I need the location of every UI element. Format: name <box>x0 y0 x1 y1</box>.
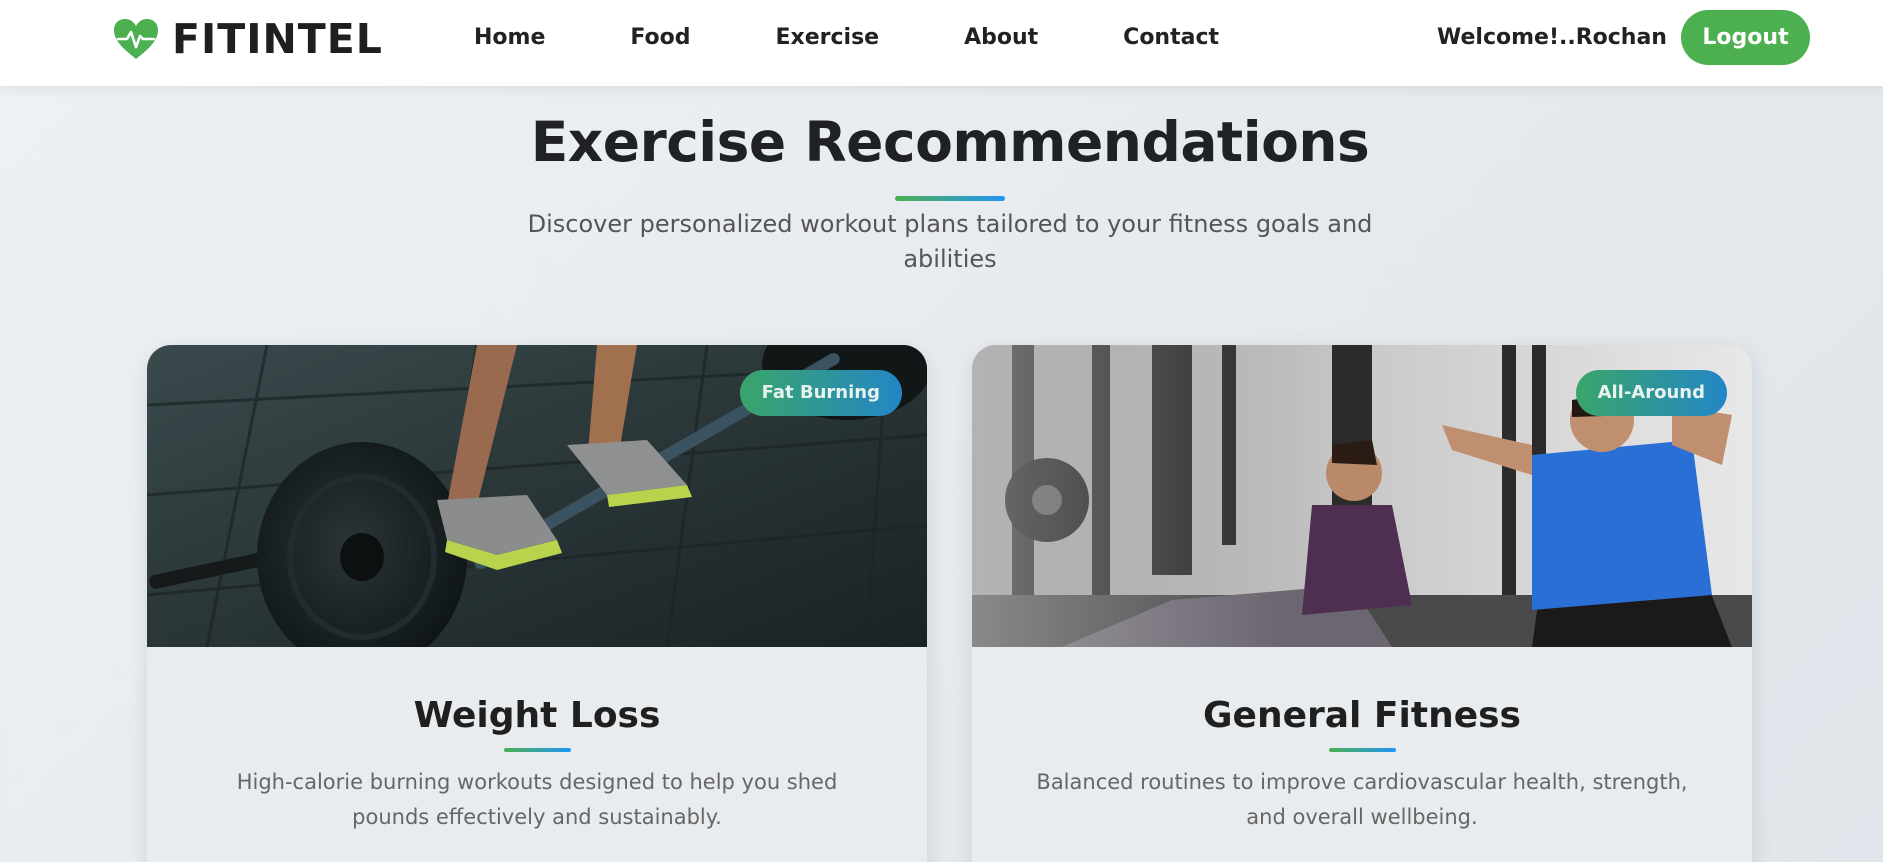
card-general-fitness[interactable]: All-Around General Fitness Balanced rout… <box>972 345 1752 862</box>
page-subtitle: Discover personalized workout plans tail… <box>527 210 1373 273</box>
card-weight-loss[interactable]: Fat Burning Weight Loss High-calorie bur… <box>147 345 927 862</box>
welcome-text: Welcome!..Rochan <box>1437 25 1667 50</box>
badge-fat-burning: Fat Burning <box>739 370 902 416</box>
brand-name: FITINTEL <box>172 15 383 63</box>
navbar: FITINTEL Home Food Exercise About Contac… <box>0 0 1883 86</box>
nav-link-exercise[interactable]: Exercise <box>776 22 880 54</box>
card-title: General Fitness <box>1203 695 1521 736</box>
title-underline <box>895 196 1005 201</box>
card-description: Balanced routines to improve cardiovascu… <box>1036 770 1688 829</box>
nav-link-about[interactable]: About <box>964 22 1038 54</box>
nav-link-food[interactable]: Food <box>630 22 690 54</box>
card-title-underline <box>504 748 571 752</box>
logout-button[interactable]: Logout <box>1681 10 1810 65</box>
card-title: Weight Loss <box>413 695 661 736</box>
card-description: High-calorie burning workouts designed t… <box>236 770 838 829</box>
brand-logo[interactable]: FITINTEL <box>112 14 383 64</box>
badge-all-around: All-Around <box>1575 370 1727 416</box>
main-nav: Home Food Exercise About Contact <box>474 22 1219 54</box>
card-title-underline <box>1329 748 1396 752</box>
heart-pulse-icon <box>112 17 160 61</box>
nav-link-contact[interactable]: Contact <box>1123 22 1219 54</box>
nav-link-home[interactable]: Home <box>474 22 545 54</box>
page-title: Exercise Recommendations <box>530 110 1370 174</box>
